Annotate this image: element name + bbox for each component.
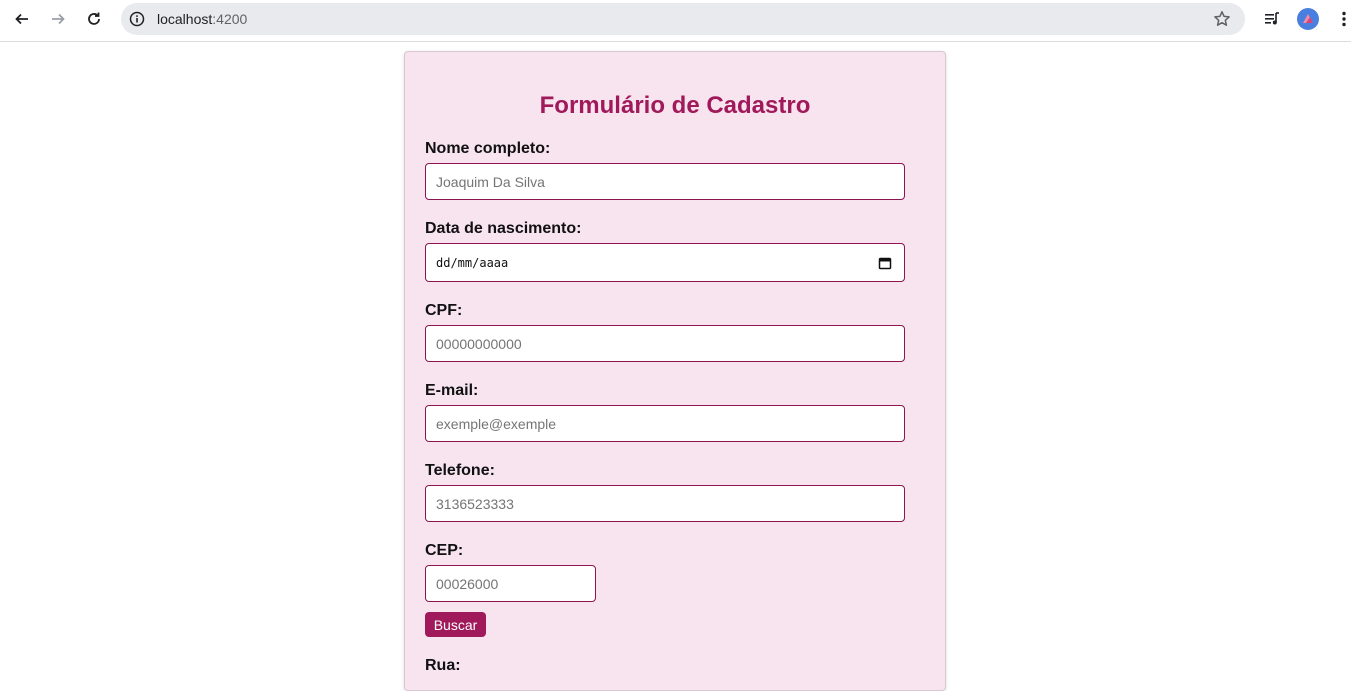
reload-icon bbox=[88, 12, 100, 25]
profile-icon bbox=[1303, 14, 1313, 23]
more-vertical-icon bbox=[1342, 11, 1346, 27]
cpf-label: CPF: bbox=[425, 302, 463, 319]
bookmark-star-icon[interactable] bbox=[1213, 10, 1231, 28]
birth-date-input[interactable]: dd/mm/aaaa bbox=[425, 243, 905, 282]
email-input[interactable]: exemple@exemple bbox=[425, 405, 905, 442]
birth-date-placeholder: dd/mm/aaaa bbox=[436, 255, 509, 270]
queue-music-icon bbox=[1265, 12, 1279, 25]
forward-button[interactable] bbox=[44, 5, 72, 33]
media-control-button[interactable] bbox=[1261, 8, 1283, 30]
info-icon[interactable] bbox=[129, 11, 145, 27]
cpf-input[interactable]: 00000000000 bbox=[425, 325, 905, 362]
url-port: :4200 bbox=[212, 11, 248, 27]
street-label: Rua: bbox=[425, 657, 461, 674]
phone-label: Telefone: bbox=[425, 462, 495, 479]
arrow-right-icon bbox=[52, 13, 65, 25]
cep-input[interactable]: 00026000 bbox=[425, 565, 596, 602]
address-bar[interactable]: localhost:4200 bbox=[121, 3, 1245, 35]
url-host: localhost bbox=[157, 11, 213, 27]
profile-avatar[interactable] bbox=[1297, 8, 1319, 30]
menu-button[interactable] bbox=[1333, 8, 1351, 30]
url-text[interactable]: localhost:4200 bbox=[157, 11, 247, 27]
form-title: Formulário de Cadastro bbox=[539, 92, 811, 119]
cep-label: CEP: bbox=[425, 542, 464, 559]
search-cep-button[interactable]: Buscar bbox=[425, 612, 486, 637]
phone-input[interactable]: 3136523333 bbox=[425, 485, 905, 522]
email-label: E-mail: bbox=[425, 382, 479, 399]
calendar-icon[interactable] bbox=[878, 256, 892, 270]
birth-date-label: Data de nascimento: bbox=[425, 220, 582, 237]
full-name-label: Nome completo: bbox=[425, 140, 551, 157]
browser-toolbar: localhost:4200 bbox=[0, 0, 1351, 42]
back-button[interactable] bbox=[8, 5, 36, 33]
reload-button[interactable] bbox=[80, 5, 108, 33]
registration-form: Formulário de Cadastro Nome completo: Jo… bbox=[404, 51, 946, 691]
arrow-left-icon bbox=[15, 13, 28, 25]
full-name-input[interactable]: Joaquim Da Silva bbox=[425, 163, 905, 200]
